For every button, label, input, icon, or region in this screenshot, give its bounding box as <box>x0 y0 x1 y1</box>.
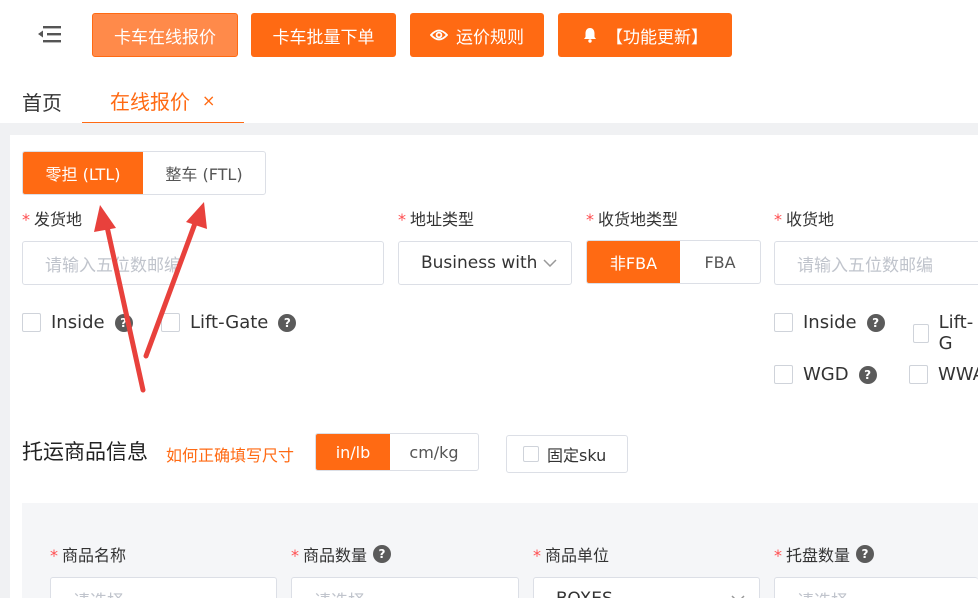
origin-zip-placeholder: 请输入五位数邮编 <box>45 255 181 276</box>
feature-update-label: 【功能更新】 <box>606 27 708 48</box>
required-mark: * <box>586 210 594 229</box>
dest-type-label-text: 收货地类型 <box>598 210 679 229</box>
dest-zip-placeholder: 请输入五位数邮编 <box>797 255 933 276</box>
origin-inside-label: Inside <box>51 312 105 333</box>
goods-name-select[interactable]: 请选择 <box>50 577 277 598</box>
dest-wwa-label: WWA <box>938 364 978 385</box>
goods-name-label-text: 商品名称 <box>62 546 127 565</box>
unit-switch: in/lb cm/kg <box>315 433 479 471</box>
truck-online-quote-button[interactable]: 卡车在线报价 <box>92 13 238 57</box>
goods-qty-placeholder: 请选择 <box>314 587 365 598</box>
origin-label-text: 发货地 <box>34 210 83 229</box>
checkbox-box <box>913 323 929 343</box>
unit-cmkg-option[interactable]: cm/kg <box>390 434 478 470</box>
dest-type-fba-option[interactable]: FBA <box>680 241 760 283</box>
pallet-qty-label-text: 托盘数量 <box>786 546 851 565</box>
dest-wwa-checkbox[interactable]: WWA <box>909 364 978 385</box>
dest-label: * 收货地 <box>774 206 834 230</box>
help-icon[interactable]: ? <box>278 313 297 332</box>
address-type-select[interactable]: Business with <box>398 241 572 285</box>
checkbox-box <box>774 365 793 384</box>
menu-fold-icon[interactable] <box>38 24 62 44</box>
dest-wgd-label: WGD <box>803 364 849 385</box>
fixed-sku-checkbox[interactable]: 固定sku <box>506 435 628 473</box>
dest-type-label: * 收货地类型 <box>586 206 678 230</box>
origin-zip-input[interactable]: 请输入五位数邮编 <box>22 241 384 285</box>
goods-qty-input[interactable]: 请选择 <box>291 577 519 598</box>
tab-home[interactable]: 首页 <box>22 87 62 116</box>
pallet-qty-input[interactable]: 请选择 <box>774 577 978 598</box>
goods-qty-label: * 商品数量 ? <box>291 542 392 566</box>
help-icon[interactable]: ? <box>858 365 877 384</box>
required-mark: * <box>774 546 782 565</box>
freight-rules-button[interactable]: 运价规则 <box>410 13 544 57</box>
checkbox-box <box>774 313 793 332</box>
checkbox-box <box>909 365 928 384</box>
goods-qty-label-text: 商品数量 <box>303 546 368 565</box>
help-icon[interactable]: ? <box>856 545 875 563</box>
dest-zip-input[interactable]: 请输入五位数邮编 <box>774 241 978 285</box>
address-type-label: * 地址类型 <box>398 206 474 230</box>
goods-name-label: * 商品名称 <box>50 542 126 566</box>
eye-icon <box>430 29 448 41</box>
mode-ftl-option[interactable]: 整车 (FTL) <box>143 152 265 194</box>
required-mark: * <box>774 210 782 229</box>
mode-ltl-option[interactable]: 零担 (LTL) <box>23 152 143 194</box>
dest-inside-checkbox[interactable]: Inside ? <box>774 312 885 333</box>
address-type-label-text: 地址类型 <box>410 210 475 229</box>
goods-section-title: 托运商品信息 <box>22 440 148 464</box>
required-mark: * <box>291 546 299 565</box>
dest-liftgate-checkbox[interactable]: Lift-G <box>913 312 978 354</box>
required-mark: * <box>50 546 58 565</box>
checkbox-box <box>22 313 41 332</box>
dest-inside-label: Inside <box>803 312 857 333</box>
howto-size-link[interactable]: 如何正确填写尺寸 <box>166 442 294 466</box>
tab-close-icon[interactable]: × <box>202 91 215 110</box>
origin-liftgate-checkbox[interactable]: Lift-Gate ? <box>161 312 297 333</box>
goods-unit-select[interactable]: BOXES <box>533 577 760 598</box>
origin-liftgate-label: Lift-Gate <box>190 312 269 333</box>
dest-liftgate-label: Lift-G <box>938 312 974 354</box>
dest-label-text: 收货地 <box>786 210 835 229</box>
origin-inside-checkbox[interactable]: Inside ? <box>22 312 133 333</box>
feature-update-button[interactable]: 【功能更新】 <box>558 13 732 57</box>
help-icon[interactable]: ? <box>866 313 885 332</box>
dest-wgd-checkbox[interactable]: WGD ? <box>774 364 877 385</box>
pallet-qty-placeholder: 请选择 <box>797 587 848 598</box>
truck-bulk-order-label: 卡车批量下单 <box>272 27 375 48</box>
unit-inlb-option[interactable]: in/lb <box>316 434 390 470</box>
freight-rules-label: 运价规则 <box>456 27 524 48</box>
tab-online-quote-label: 在线报价 <box>110 89 190 114</box>
pallet-qty-label: * 托盘数量 ? <box>774 542 875 566</box>
checkbox-box <box>161 313 180 332</box>
fixed-sku-label: 固定sku <box>547 446 607 465</box>
origin-label: * 发货地 <box>22 206 82 230</box>
required-mark: * <box>22 210 30 229</box>
truck-bulk-order-button[interactable]: 卡车批量下单 <box>251 13 396 57</box>
address-type-value: Business with <box>421 253 538 273</box>
bell-icon <box>584 28 596 43</box>
shipment-mode-switch: 零担 (LTL) 整车 (FTL) <box>22 151 266 195</box>
checkbox-box <box>523 446 539 462</box>
required-mark: * <box>533 546 541 565</box>
truck-online-quote-label: 卡车在线报价 <box>114 27 216 48</box>
dest-type-non-fba-option[interactable]: 非FBA <box>587 241 680 283</box>
goods-unit-value: BOXES <box>556 589 613 598</box>
goods-unit-label-text: 商品单位 <box>545 546 610 565</box>
tab-online-quote[interactable]: 在线报价 × <box>82 78 244 124</box>
dest-type-switch: 非FBA FBA <box>586 240 761 284</box>
goods-name-placeholder: 请选择 <box>73 587 124 598</box>
help-icon[interactable]: ? <box>373 545 392 563</box>
help-icon[interactable]: ? <box>114 313 133 332</box>
goods-unit-label: * 商品单位 <box>533 542 609 566</box>
chevron-down-icon <box>543 259 557 267</box>
required-mark: * <box>398 210 406 229</box>
